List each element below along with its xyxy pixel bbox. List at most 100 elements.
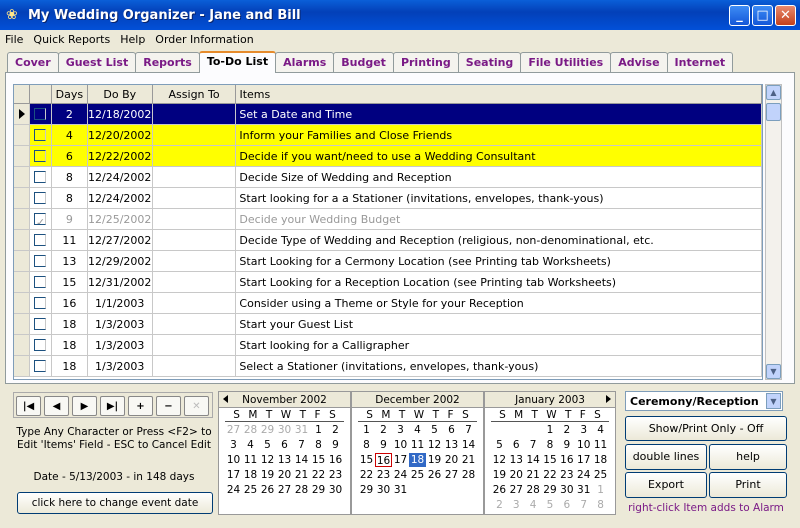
calendar-day[interactable]: 23	[558, 468, 575, 482]
calendar-day[interactable]: 8	[310, 438, 327, 452]
grid-scrollbar[interactable]: ▲ ▼	[765, 84, 782, 380]
calendar-day[interactable]: 17	[392, 453, 409, 467]
calendar-day[interactable]: 15	[310, 453, 327, 467]
do-by-cell[interactable]: 12/24/2002	[88, 188, 153, 208]
calendar-day[interactable]: 26	[259, 483, 276, 497]
row-selector[interactable]	[14, 146, 30, 166]
item-cell[interactable]: Decide Type of Wedding and Reception (re…	[236, 230, 762, 250]
calendar-day[interactable]: 30	[375, 483, 392, 497]
calendar-day[interactable]: 20	[443, 453, 460, 467]
next-record-button[interactable]: ▶	[72, 396, 97, 416]
item-cell[interactable]: Decide Size of Wedding and Reception	[236, 167, 762, 187]
calendar-day[interactable]: 18	[409, 453, 426, 467]
row-selector[interactable]	[14, 356, 30, 376]
do-by-cell[interactable]: 12/24/2002	[88, 167, 153, 187]
calendar-day[interactable]: 15	[542, 453, 559, 467]
calendar-day[interactable]: 22	[310, 468, 327, 482]
table-row[interactable]: 18 1/3/2003 Start looking for a Calligraph…	[14, 335, 762, 356]
days-cell[interactable]: 8	[52, 188, 88, 208]
scroll-thumb[interactable]	[766, 103, 781, 121]
calendar-day[interactable]: 13	[508, 453, 525, 467]
days-cell[interactable]: 16	[52, 293, 88, 313]
calendar-day[interactable]: 5	[426, 423, 443, 437]
calendar-day[interactable]: 16	[327, 453, 344, 467]
assign-to-cell[interactable]	[153, 188, 237, 208]
calendar-day[interactable]: 3	[225, 438, 242, 452]
done-checkbox[interactable]	[34, 108, 47, 120]
calendar-day[interactable]: 2	[558, 423, 575, 437]
table-row[interactable]: ✓ 9 12/25/2002 Decide your Wedding Budget	[14, 209, 762, 230]
change-event-date-button[interactable]: click here to change event date	[17, 492, 213, 514]
calendar-day[interactable]: 28	[293, 483, 310, 497]
days-cell[interactable]: 13	[52, 251, 88, 271]
assign-to-cell[interactable]	[152, 104, 237, 124]
menu-file[interactable]: File	[5, 33, 23, 46]
do-by-cell[interactable]: 1/3/2003	[88, 314, 153, 334]
done-checkbox[interactable]	[34, 276, 47, 288]
assign-to-cell[interactable]	[153, 335, 237, 355]
done-checkbox[interactable]	[34, 129, 47, 141]
maximize-button[interactable]: □	[752, 5, 773, 26]
item-cell[interactable]: Select a Stationer (invitations, envelop…	[236, 356, 762, 376]
done-checkbox[interactable]	[34, 171, 47, 183]
calendar-day[interactable]: 27	[276, 483, 293, 497]
calendar-day[interactable]: 11	[242, 453, 259, 467]
calendar-day[interactable]: 1	[592, 483, 609, 497]
calendar-day[interactable]: 17	[225, 468, 242, 482]
do-by-cell[interactable]: 12/22/2002	[87, 146, 153, 166]
assign-to-cell[interactable]	[153, 272, 237, 292]
table-row[interactable]: 16 1/1/2003 Consider using a Theme or Styl…	[14, 293, 762, 314]
last-record-button[interactable]: ▶|	[100, 396, 125, 416]
menu-help[interactable]: Help	[120, 33, 145, 46]
table-row[interactable]: 4 12/20/2002 Inform your Families and Clos…	[14, 125, 762, 146]
calendar-day[interactable]: 31	[392, 483, 409, 497]
calendar-day[interactable]: 14	[525, 453, 542, 467]
calendar-day[interactable]: 1	[542, 423, 559, 437]
calendar-day[interactable]: 19	[426, 453, 443, 467]
calendar-day[interactable]: 6	[443, 423, 460, 437]
assign-to-cell[interactable]	[153, 209, 237, 229]
first-record-button[interactable]: |◀	[16, 396, 41, 416]
calendar-day[interactable]: 30	[327, 483, 344, 497]
add-record-button[interactable]: +	[128, 396, 153, 416]
row-selector[interactable]	[14, 293, 30, 313]
calendar-day[interactable]: 12	[491, 453, 508, 467]
days-cell[interactable]: 18	[52, 335, 88, 355]
calendar-day[interactable]: 9	[327, 438, 344, 452]
calendar-day[interactable]: 7	[575, 498, 592, 512]
calendar-day[interactable]: 17	[575, 453, 592, 467]
calendar-day[interactable]: 6	[508, 438, 525, 452]
table-row[interactable]: 18 1/3/2003 Start your Guest List	[14, 314, 762, 335]
do-by-cell[interactable]: 12/18/2002	[87, 104, 153, 124]
calendar-day[interactable]: 9	[558, 438, 575, 452]
tab-reports[interactable]: Reports	[135, 52, 200, 73]
row-selector[interactable]	[14, 104, 30, 124]
calendar-day[interactable]: 22	[542, 468, 559, 482]
calendar-day[interactable]: 10	[392, 438, 409, 452]
calendar-day[interactable]: 25	[242, 483, 259, 497]
days-cell[interactable]: 9	[52, 209, 88, 229]
row-selector[interactable]	[14, 251, 30, 271]
export-button[interactable]: Export	[625, 472, 707, 498]
table-row[interactable]: 8 12/24/2002 Start looking for a a Station…	[14, 188, 762, 209]
assign-to-cell[interactable]	[153, 314, 237, 334]
done-checkbox[interactable]	[34, 360, 47, 372]
calendar-day[interactable]: 10	[575, 438, 592, 452]
show-print-only-button[interactable]: Show/Print Only - Off	[625, 416, 787, 441]
days-cell[interactable]: 6	[51, 146, 88, 166]
calendar-day[interactable]: 11	[409, 438, 426, 452]
assign-to-cell[interactable]	[152, 146, 237, 166]
header-items[interactable]: Items	[236, 85, 762, 103]
tab-alarms[interactable]: Alarms	[275, 52, 335, 73]
calendar-day[interactable]: 24	[225, 483, 242, 497]
row-selector[interactable]	[14, 272, 30, 292]
calendar-day[interactable]: 18	[592, 453, 609, 467]
calendar-day[interactable]: 2	[327, 423, 344, 437]
days-cell[interactable]: 15	[52, 272, 88, 292]
calendar-day[interactable]: 4	[409, 423, 426, 437]
tab-guest-list[interactable]: Guest List	[57, 52, 137, 73]
calendar-day[interactable]: 21	[525, 468, 542, 482]
calendar-day[interactable]: 18	[242, 468, 259, 482]
do-by-cell[interactable]: 12/27/2002	[88, 230, 153, 250]
days-cell[interactable]: 18	[52, 356, 88, 376]
